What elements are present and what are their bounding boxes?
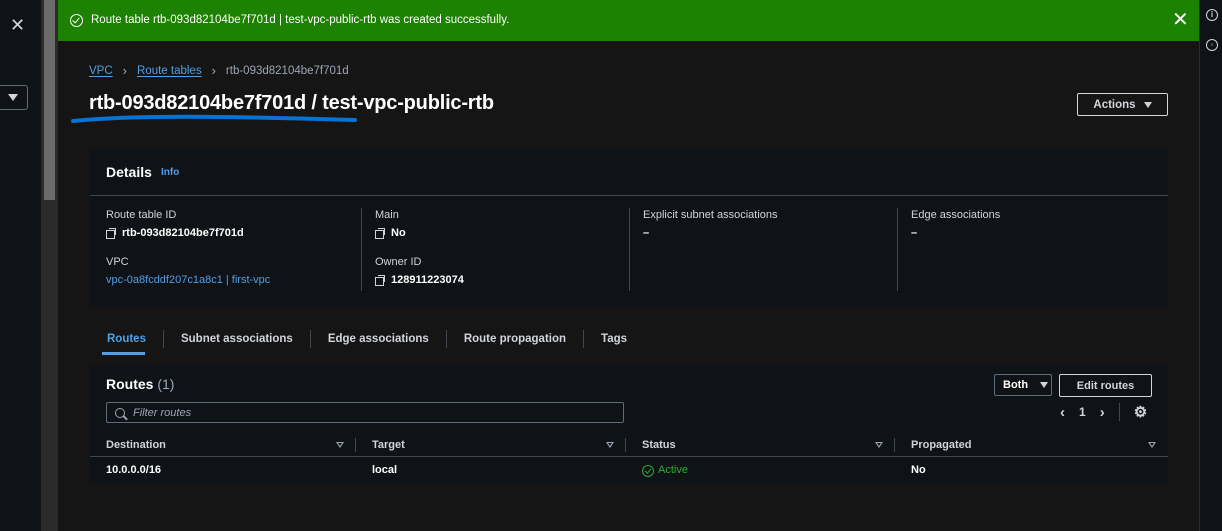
owner-id-value: 128911223074 xyxy=(391,274,464,286)
settings-icon[interactable]: ◦ xyxy=(1206,39,1218,51)
divider xyxy=(1118,403,1120,421)
cell-target: local xyxy=(372,464,398,476)
breadcrumb-vpc[interactable]: VPC xyxy=(89,65,113,77)
main-content: Route table rtb-093d82104be7f701d | test… xyxy=(58,0,1199,531)
tab-subnet-associations[interactable]: Subnet associations xyxy=(164,330,311,348)
sort-icon[interactable] xyxy=(1148,442,1156,448)
page-title-id: rtb-093d82104be7f701d xyxy=(89,92,307,114)
column-divider xyxy=(361,208,362,291)
chevron-left-icon[interactable]: ‹ xyxy=(1060,404,1065,421)
route-filter-select[interactable]: Both xyxy=(994,374,1052,396)
filter-routes[interactable] xyxy=(106,402,624,423)
table-header: Destination Target Status Propagated xyxy=(90,433,1168,457)
details-col-3: Explicit subnet associations – xyxy=(643,209,778,239)
pagination: ‹ 1 › ⚙ xyxy=(1060,403,1147,421)
flash-message: Route table rtb-093d82104be7f701d | test… xyxy=(91,14,510,26)
tab-list: Routes Subnet associations Edge associat… xyxy=(90,326,1168,352)
edge-associations-label: Edge associations xyxy=(911,209,1001,221)
details-col-2: Main No Owner ID 128911223074 xyxy=(375,209,464,286)
details-header: Details Info xyxy=(90,148,1168,196)
copy-icon[interactable] xyxy=(375,228,385,239)
routes-title: Routes (1) xyxy=(106,376,174,392)
route-table-id-value: rtb-093d82104be7f701d xyxy=(122,227,244,239)
caret-down-icon xyxy=(8,94,18,101)
page-title-name: test-vpc-public-rtb xyxy=(322,92,494,114)
active-tab-indicator xyxy=(102,352,145,355)
cell-propagated: No xyxy=(911,464,926,476)
routes-title-text: Routes xyxy=(106,376,154,392)
vpc-link[interactable]: vpc-0a8fcddf207c1a8c1 | first-vpc xyxy=(106,274,270,286)
details-col-1: Route table ID rtb-093d82104be7f701d VPC… xyxy=(106,209,270,286)
check-circle-icon xyxy=(642,464,654,477)
info-icon[interactable]: i xyxy=(1206,9,1218,21)
edge-associations-value: – xyxy=(911,227,918,239)
filter-routes-input[interactable] xyxy=(133,406,613,419)
sort-icon[interactable] xyxy=(875,442,883,448)
details-col-4: Edge associations – xyxy=(911,209,1000,239)
cell-status: Active xyxy=(626,458,895,483)
close-icon[interactable]: ✕ xyxy=(10,16,25,34)
sort-icon[interactable] xyxy=(606,442,614,448)
gear-icon[interactable]: ⚙ xyxy=(1134,403,1147,421)
column-status[interactable]: Status xyxy=(626,433,895,457)
column-propagated-label: Propagated xyxy=(911,439,972,451)
actions-button[interactable]: Actions xyxy=(1077,93,1168,116)
column-target[interactable]: Target xyxy=(356,433,626,457)
main-label: Main xyxy=(375,209,399,221)
column-status-label: Status xyxy=(642,439,676,451)
routes-panel: Routes (1) Both Edit routes ‹ 1 › ⚙ Dest… xyxy=(90,365,1168,484)
chevron-right-icon[interactable]: › xyxy=(1100,404,1105,421)
route-filter-value: Both xyxy=(1003,379,1029,391)
copy-icon[interactable] xyxy=(106,228,116,239)
main-value: No xyxy=(391,227,406,239)
column-propagated[interactable]: Propagated xyxy=(895,433,1168,457)
column-destination[interactable]: Destination xyxy=(90,433,356,457)
status-active-text: Active xyxy=(658,464,688,476)
caret-down-icon xyxy=(1143,101,1152,108)
tab-route-propagation[interactable]: Route propagation xyxy=(447,330,585,348)
right-tools-panel: i ◦ xyxy=(1199,0,1222,531)
breadcrumb-route-tables[interactable]: Route tables xyxy=(137,65,202,77)
edit-routes-button[interactable]: Edit routes xyxy=(1059,374,1152,397)
check-circle-icon xyxy=(70,14,83,27)
annotation-underline xyxy=(71,114,357,123)
tab-routes[interactable]: Routes xyxy=(90,330,164,348)
route-table-id-label: Route table ID xyxy=(106,209,177,221)
scrollbar-thumb[interactable] xyxy=(44,0,55,200)
flash-close-icon[interactable]: ✕ xyxy=(1172,10,1189,30)
tab-tags[interactable]: Tags xyxy=(584,330,644,348)
details-title: Details xyxy=(106,164,152,180)
table-row: 10.0.0.0/16 local Active No xyxy=(90,458,1168,483)
copy-icon[interactable] xyxy=(375,275,385,286)
actions-label: Actions xyxy=(1093,98,1136,111)
chevron-right-icon: › xyxy=(211,63,216,78)
column-destination-label: Destination xyxy=(106,439,166,451)
search-icon xyxy=(115,407,125,418)
column-divider xyxy=(629,208,630,291)
info-link[interactable]: Info xyxy=(161,167,179,178)
owner-id-label: Owner ID xyxy=(375,256,422,268)
explicit-subnet-value: – xyxy=(643,227,650,239)
tab-edge-associations[interactable]: Edge associations xyxy=(311,330,447,348)
page-title-separator: / xyxy=(306,92,323,114)
region-select[interactable] xyxy=(0,85,28,110)
explicit-subnet-label: Explicit subnet associations xyxy=(643,209,778,221)
left-nav-collapsed: ✕ xyxy=(0,0,41,531)
breadcrumb-current: rtb-093d82104be7f701d xyxy=(225,64,349,77)
vpc-label: VPC xyxy=(106,256,129,268)
breadcrumb: VPC › Route tables › rtb-093d82104be7f70… xyxy=(89,63,349,78)
page-title: rtb-093d82104be7f701d / test-vpc-public-… xyxy=(89,92,494,115)
details-panel: Details Info Route table ID rtb-093d8210… xyxy=(90,148,1168,307)
cell-destination: 10.0.0.0/16 xyxy=(106,464,162,476)
column-target-label: Target xyxy=(372,439,405,451)
success-flashbar: Route table rtb-093d82104be7f701d | test… xyxy=(58,0,1199,41)
chevron-right-icon: › xyxy=(122,63,127,78)
sort-icon[interactable] xyxy=(336,442,344,448)
caret-down-icon xyxy=(1040,382,1049,388)
column-divider xyxy=(897,208,898,291)
page-number[interactable]: 1 xyxy=(1079,405,1086,419)
routes-count: (1) xyxy=(157,376,175,392)
